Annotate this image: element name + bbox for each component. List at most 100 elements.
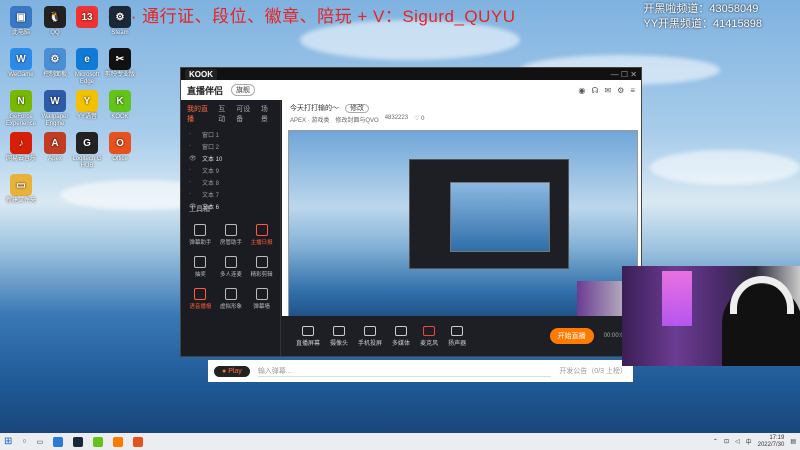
volume-icon[interactable]: ◁ (735, 438, 740, 445)
danmaku-input[interactable]: 输入弹幕... (257, 366, 552, 377)
edit-title-button[interactable]: 修改 (344, 104, 369, 113)
eye-icon[interactable]: · (189, 143, 196, 149)
taskbar-live-icon[interactable] (113, 436, 124, 447)
camera-button[interactable]: 摄像头 (330, 325, 348, 347)
tab-scenes[interactable]: 场景 (261, 104, 274, 124)
avatar-icon[interactable]: ◉ (578, 86, 585, 95)
close-icon[interactable]: ✕ (630, 70, 637, 79)
tool-icon (224, 224, 237, 236)
minimize-icon[interactable]: — (611, 70, 619, 79)
layer-item[interactable]: · 文本 9 (181, 164, 280, 176)
toolbox-item[interactable]: 虚拟形象 (216, 288, 247, 310)
taskbar-kook-icon[interactable] (93, 436, 104, 447)
desktop-shortcut[interactable]: W WeGame (2, 48, 40, 79)
layer-item[interactable]: · 文本 7 (181, 188, 280, 200)
notification-icon[interactable]: ▤ (790, 438, 796, 445)
logitech-icon: G (76, 132, 98, 154)
tab-devices[interactable]: 可设备 (236, 104, 256, 124)
toolbox-item[interactable]: 主播日报 (246, 224, 277, 246)
maximize-icon[interactable]: ☐ (621, 70, 628, 79)
taskbar-app-icon[interactable] (133, 436, 144, 447)
phone-cast-button[interactable]: 手机投屏 (358, 325, 382, 347)
layer-item[interactable]: · 窗口 1 (181, 128, 280, 140)
kook-logo: KOOK (185, 68, 217, 80)
window-controls[interactable]: — ☐ ✕ (611, 70, 637, 79)
eye-icon[interactable]: · (189, 131, 196, 137)
eye-icon[interactable]: · (189, 179, 196, 185)
tab-interact[interactable]: 互动 (218, 104, 231, 124)
toolbox-item[interactable]: 房管助手 (216, 224, 247, 246)
speaker-button[interactable]: 扬声器 (448, 325, 466, 347)
explorer-icon[interactable] (53, 436, 64, 447)
headset-icon[interactable]: ☊ (591, 86, 598, 95)
tool-label: 语音播报 (189, 304, 212, 310)
mic-icon (423, 325, 436, 336)
desktop-shortcut-label: 剪映专业版 (104, 72, 135, 78)
app-name: 直播伴侣 (187, 85, 224, 96)
layer-item[interactable]: · 窗口 2 (181, 140, 280, 152)
desktop-shortcut[interactable]: ♪ 网易云音乐 (2, 132, 40, 163)
tool-icon (255, 288, 268, 300)
play-button[interactable]: ● Play (214, 365, 250, 377)
toolbox-item[interactable]: 弹幕助手 (185, 224, 216, 246)
topbar-icons: ◉ ☊ ✉ ⚙ ≡ (578, 86, 635, 95)
desktop-shortcut[interactable]: ✂ 剪映专业版 (101, 48, 139, 79)
clock[interactable]: 17:19 2022/7/30 (758, 435, 785, 449)
task-view-icon[interactable]: ▭ (37, 438, 44, 446)
category-label[interactable]: APEX · 游戏类 (290, 115, 329, 124)
media-button[interactable]: 多媒体 (392, 325, 410, 347)
tool-label: 主播日报 (250, 240, 273, 246)
start-live-button[interactable]: 开始直播 (549, 328, 594, 344)
eye-icon[interactable]: · (189, 167, 196, 173)
netease-icon: ♪ (10, 132, 32, 154)
sidebar: 我的直播 互动 可设备 场景 · 窗口 1 · 窗口 2 👁 文本 10 · 文本 9 · 文本 … (181, 100, 281, 356)
layer-list: · 窗口 1 · 窗口 2 👁 文本 10 · 文本 9 · 文本 8 · 文本 7 👁 文本 6 (181, 128, 280, 212)
desktop-shortcut[interactable]: ▭ 新建文件夹 (2, 174, 40, 205)
nvidia-icon: N (10, 90, 32, 112)
edition-badge[interactable]: 旗舰 (231, 84, 256, 96)
control-panel-icon: ⚙ (44, 48, 66, 70)
ime-indicator[interactable]: 中 (746, 437, 752, 446)
toolbox-item[interactable]: 抽奖 (185, 256, 216, 278)
taskbar-steam-icon[interactable] (73, 436, 84, 447)
desktop-shortcut-label: KOOK (111, 114, 129, 120)
menu-icon[interactable]: ≡ (630, 86, 635, 95)
live-companion-window[interactable]: KOOK — ☐ ✕ 直播伴侣 旗舰 ◉ ☊ ✉ ⚙ ≡ 我的直播 互动 可设备… (180, 67, 642, 357)
window-titlebar[interactable]: KOOK — ☐ ✕ (181, 68, 641, 80)
desktop-shortcut-label: GeForce Experience (5, 114, 37, 127)
eye-icon[interactable]: · (189, 191, 196, 197)
tab-my-live[interactable]: 我的直播 (187, 104, 213, 124)
desktop-shortcut[interactable]: O Office (101, 132, 139, 163)
wegame-icon: W (10, 48, 32, 70)
layer-item[interactable]: 👁 文本 10 (181, 152, 280, 164)
desktop-shortcut[interactable]: K KOOK (101, 90, 139, 121)
message-icon[interactable]: ✉ (604, 86, 611, 95)
search-icon[interactable]: ○ (22, 438, 26, 445)
desktop-shortcut-label: Office (112, 156, 128, 162)
capcut-icon: ✂ (109, 48, 131, 70)
eye-icon[interactable]: 👁 (189, 155, 197, 162)
stream-preview[interactable] (288, 130, 638, 322)
edge-icon: e (76, 48, 98, 70)
toolbox-item[interactable]: 语音播报 (185, 288, 216, 310)
settings-icon[interactable]: ⚙ (617, 86, 624, 95)
toolbox-item[interactable]: 多人连麦 (216, 256, 247, 278)
tool-icon (194, 224, 207, 236)
network-icon[interactable]: ⊡ (724, 438, 729, 445)
kaiheila-channel-text: 开黑啦频道：43058049 (643, 3, 759, 15)
rgb-pc-case (662, 271, 692, 326)
start-button[interactable]: ⊞ (4, 436, 12, 447)
monitor-icon (302, 325, 314, 336)
mic-button[interactable]: 麦克风 (420, 325, 438, 347)
layer-label: 窗口 1 (202, 132, 220, 139)
cover-label[interactable]: 修改封面与QVO (335, 115, 378, 124)
kook-icon: K (109, 90, 131, 112)
desktop-shortcut[interactable]: ▣ 此电脑 (2, 6, 40, 37)
toolbox-item[interactable]: 精彩剪辑 (246, 256, 277, 278)
toolbox-item[interactable]: 弹幕墙 (246, 288, 277, 310)
desktop-shortcut[interactable]: N GeForce Experience (2, 90, 40, 128)
tray-arrow-icon[interactable]: ⌃ (713, 438, 718, 445)
desktop-shortcut[interactable]: ⚙ Steam (101, 6, 139, 37)
layer-item[interactable]: · 文本 8 (181, 176, 280, 188)
screen-capture-button[interactable]: 直播屏幕 (296, 325, 320, 347)
